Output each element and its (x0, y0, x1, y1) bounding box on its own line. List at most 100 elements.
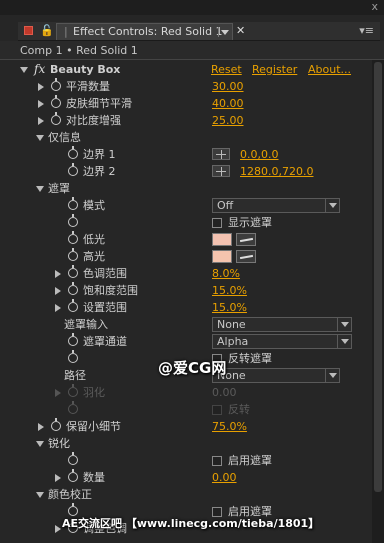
title-strip: x (0, 0, 384, 15)
collapse-icon[interactable] (36, 492, 44, 498)
stopwatch-icon[interactable] (51, 95, 61, 108)
effect-header: fx Beauty Box Reset Register About... (0, 61, 372, 78)
expand-icon[interactable] (55, 304, 61, 312)
param-label: 低光 (83, 233, 105, 246)
stopwatch-icon[interactable] (68, 146, 78, 159)
path-select[interactable]: None (212, 368, 340, 383)
fx-icon[interactable]: fx (34, 61, 45, 78)
register-link[interactable]: Register (252, 61, 297, 78)
collapse-icon[interactable] (36, 441, 44, 447)
group-label: 锐化 (48, 437, 70, 450)
layer-color-icon (24, 26, 33, 35)
expand-icon[interactable] (55, 287, 61, 295)
param-value[interactable]: 75.0% (212, 418, 247, 435)
param-bound2: 边界 2 1280.0,720.0 (0, 163, 372, 180)
scrollbar-thumb[interactable] (374, 62, 382, 492)
stopwatch-icon[interactable] (51, 112, 61, 125)
param-value[interactable]: 0.00 (212, 469, 237, 486)
stopwatch-icon[interactable] (68, 452, 78, 465)
expand-icon[interactable] (55, 270, 61, 278)
param-value[interactable]: 15.0% (212, 299, 247, 316)
scrollbar[interactable] (372, 60, 384, 543)
param-label: 饱和度范围 (83, 284, 138, 297)
param-dark: 低光 (0, 231, 372, 248)
param-label: 边界 2 (83, 165, 116, 178)
stopwatch-icon[interactable] (68, 469, 78, 482)
tab-grip-icon: | (64, 25, 68, 38)
param-show-mask: 显示遮罩 (0, 214, 372, 231)
stopwatch-icon[interactable] (68, 282, 78, 295)
expand-icon[interactable] (38, 117, 44, 125)
param-value[interactable]: 1280.0,720.0 (240, 163, 313, 180)
expand-icon[interactable] (55, 474, 61, 482)
crosshair-icon[interactable] (212, 165, 230, 177)
tab-dropdown-icon[interactable] (218, 27, 229, 37)
collapse-icon[interactable] (36, 186, 44, 192)
stopwatch-icon[interactable] (68, 231, 78, 244)
param-feather: 羽化 0.00 (0, 384, 372, 401)
enable-mask-checkbox[interactable] (212, 456, 222, 466)
param-value[interactable]: 30.00 (212, 78, 244, 95)
param-value[interactable]: 0.0,0.0 (240, 146, 278, 163)
collapse-icon[interactable] (36, 135, 44, 141)
expand-icon[interactable] (38, 100, 44, 108)
param-value[interactable]: 25.00 (212, 112, 244, 129)
param-value[interactable]: 8.0% (212, 265, 240, 282)
stopwatch-icon[interactable] (68, 350, 78, 363)
mask-channel-select[interactable]: Alpha (212, 334, 352, 349)
watermark-bottom: AE交流区吧 【www.linecg.com/tieba/1801】 (62, 517, 320, 530)
param-contrast: 对比度增强 25.00 (0, 112, 372, 129)
chevron-down-icon (325, 199, 339, 212)
stopwatch-icon[interactable] (68, 214, 78, 227)
tab-effect-controls[interactable]: | Effect Controls: Red Solid 1 (56, 23, 233, 40)
stopwatch-icon[interactable] (68, 163, 78, 176)
param-sat-range: 饱和度范围 15.0% (0, 282, 372, 299)
expand-icon[interactable] (38, 423, 44, 431)
color-swatch[interactable] (212, 233, 232, 246)
about-link[interactable]: About... (308, 61, 351, 78)
lock-icon[interactable]: 🔓 (40, 24, 54, 37)
close-icon[interactable]: x (371, 0, 378, 13)
param-bound1: 边界 1 0.0,0.0 (0, 146, 372, 163)
param-label: 保留小细节 (66, 420, 121, 433)
color-swatch[interactable] (212, 250, 232, 263)
stopwatch-icon[interactable] (68, 333, 78, 346)
panel-tab-bar: 🔓 | Effect Controls: Red Solid 1 ✕ ▾≡ (18, 22, 380, 41)
param-value: 0.00 (212, 386, 237, 399)
collapse-icon[interactable] (20, 67, 28, 73)
stopwatch-icon[interactable] (51, 418, 61, 431)
stopwatch-icon[interactable] (68, 248, 78, 261)
reset-link[interactable]: Reset (211, 61, 242, 78)
param-label: 色调范围 (83, 267, 127, 280)
eyedropper-icon[interactable] (236, 250, 256, 263)
expand-icon[interactable] (38, 83, 44, 91)
stopwatch-icon[interactable] (68, 265, 78, 278)
param-label: 设置范围 (83, 301, 127, 314)
expand-icon[interactable] (55, 389, 61, 397)
param-label: 高光 (83, 250, 105, 263)
param-value[interactable]: 15.0% (212, 282, 247, 299)
stopwatch-icon[interactable] (68, 299, 78, 312)
mask-input-select[interactable]: None (212, 317, 352, 332)
expand-icon[interactable] (55, 525, 61, 533)
param-sharpen-amount: 数量 0.00 (0, 469, 372, 486)
mode-select[interactable]: Off (212, 198, 340, 213)
param-label: 羽化 (83, 386, 105, 399)
checkbox-label: 显示遮罩 (228, 216, 272, 229)
param-invert: 反转 (0, 401, 372, 418)
stopwatch-icon[interactable] (51, 78, 61, 91)
stopwatch-icon[interactable] (68, 197, 78, 210)
select-value: Off (217, 199, 234, 212)
crosshair-icon[interactable] (212, 148, 230, 160)
param-sharpen-enable: 启用遮罩 (0, 452, 372, 469)
effect-name: Beauty Box (50, 63, 121, 76)
group-mask: 遮罩 (0, 180, 372, 197)
param-hue-range: 色调范围 8.0% (0, 265, 372, 282)
tab-close-icon[interactable]: ✕ (236, 24, 245, 37)
param-value[interactable]: 40.00 (212, 95, 244, 112)
eyedropper-icon[interactable] (236, 233, 256, 246)
show-mask-checkbox[interactable] (212, 218, 222, 228)
panel-menu-icon[interactable]: ▾≡ (359, 24, 374, 37)
select-value: Alpha (217, 335, 249, 348)
group-label: 遮罩 (48, 182, 70, 195)
